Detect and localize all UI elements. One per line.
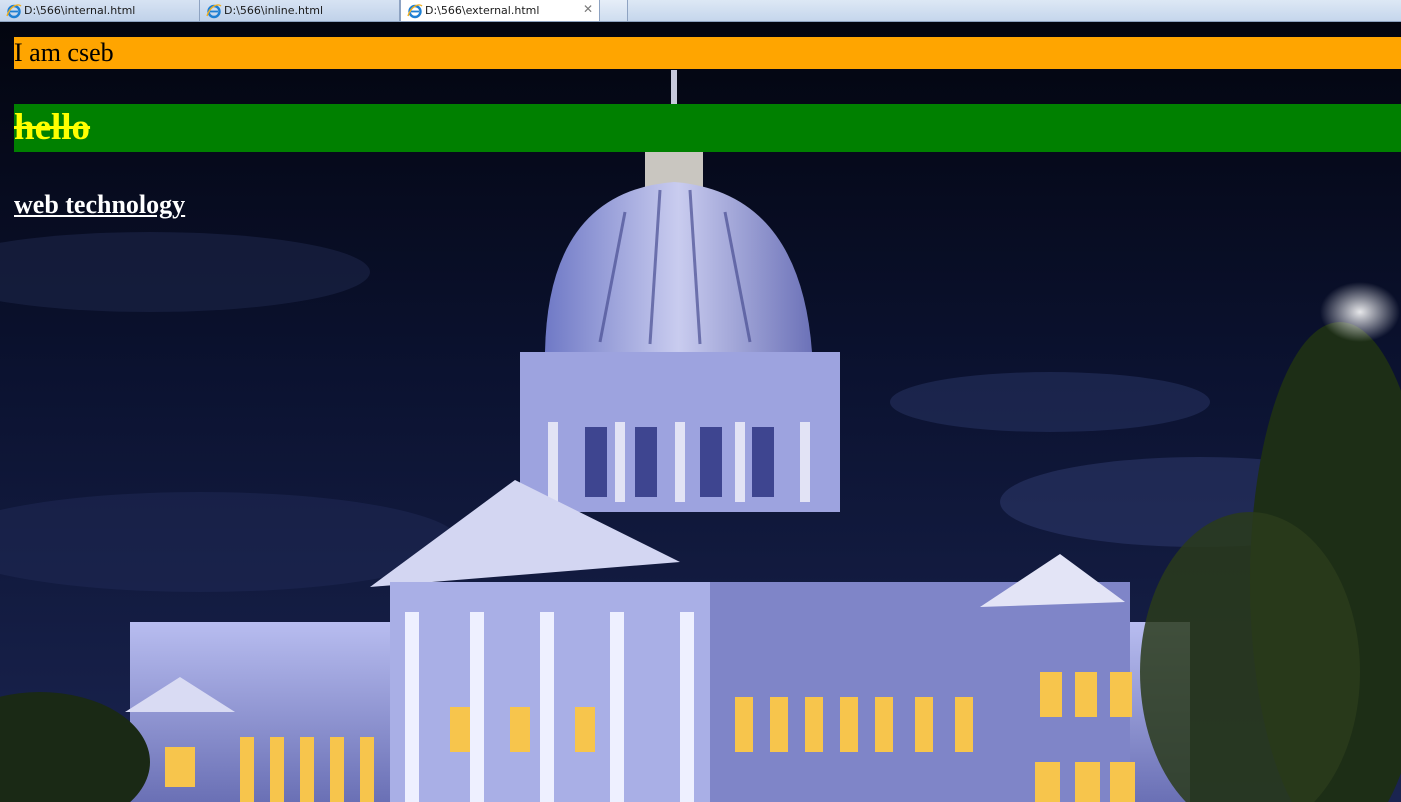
heading-hello: hello [14,104,1401,152]
browser-window: D:\566\internal.html D:\566\inline.html … [0,0,1401,802]
paragraph-text: I am cseb [14,37,1401,69]
tab-external[interactable]: D:\566\external.html ✕ [400,0,600,21]
tab-label: D:\566\inline.html [224,4,324,17]
new-tab-button[interactable] [600,0,628,21]
tab-label: D:\566\internal.html [24,4,136,17]
close-icon[interactable]: ✕ [583,2,593,16]
subheading-web-technology: web technology [14,190,186,219]
tab-label: D:\566\external.html [425,4,540,17]
tab-strip: D:\566\internal.html D:\566\inline.html … [0,0,1401,22]
tab-internal[interactable]: D:\566\internal.html [0,0,200,21]
ie-browser-icon [407,4,423,19]
ie-browser-icon [6,4,22,19]
tab-inline[interactable]: D:\566\inline.html [200,0,400,21]
ie-browser-icon [206,4,222,19]
